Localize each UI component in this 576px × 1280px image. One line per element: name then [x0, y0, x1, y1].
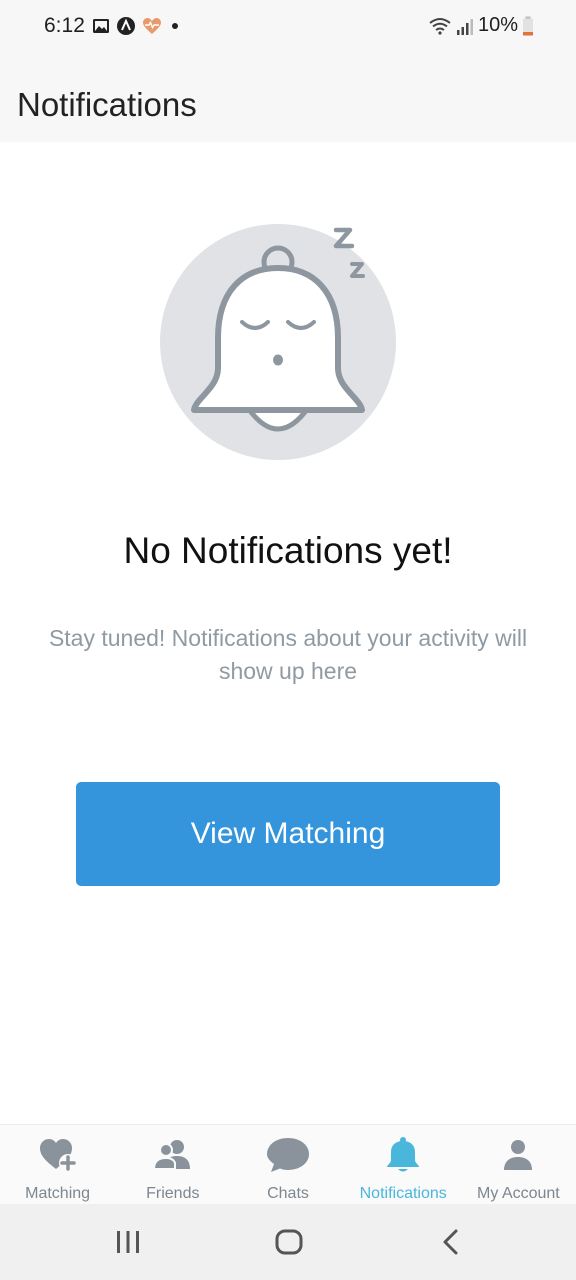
status-time: 6:12 [44, 14, 85, 37]
tab-matching[interactable]: Matching [0, 1125, 115, 1205]
view-matching-button[interactable]: View Matching [76, 782, 500, 886]
gallery-icon [93, 19, 109, 33]
wifi-icon [429, 17, 451, 35]
home-icon[interactable] [274, 1226, 304, 1258]
status-system-icons: 10% [428, 14, 534, 37]
recent-apps-icon[interactable] [114, 1226, 142, 1258]
tab-label: Chats [267, 1185, 309, 1202]
tab-label: Friends [146, 1185, 200, 1202]
page-title: Notifications [17, 86, 197, 123]
heart-plus-icon [38, 1135, 78, 1175]
status-bar: 6:12 10% [0, 0, 576, 56]
tab-label: Matching [25, 1185, 91, 1202]
sleeping-bell-icon [156, 218, 400, 473]
battery-percentage: 10% [477, 14, 518, 36]
status-notification-icons [92, 16, 182, 36]
tab-notifications[interactable]: Notifications [346, 1125, 461, 1205]
tab-label: Notifications [359, 1185, 447, 1202]
tab-my-account[interactable]: My Account [461, 1125, 576, 1205]
health-heart-icon [143, 18, 161, 34]
empty-state-title: No Notifications yet! [123, 530, 453, 571]
tab-chats[interactable]: Chats [230, 1125, 345, 1205]
tab-label: My Account [477, 1185, 560, 1202]
people-icon [152, 1135, 193, 1175]
bottom-tab-bar: Matching Friends Chats Notifications My … [0, 1124, 576, 1205]
tab-friends[interactable]: Friends [115, 1125, 230, 1205]
app-header: Notifications [0, 56, 576, 142]
dot-icon [172, 23, 178, 29]
person-icon [502, 1135, 534, 1175]
chat-bubble-icon [266, 1135, 310, 1175]
signal-icon [456, 18, 473, 35]
app-a-icon [117, 17, 135, 35]
system-navigation-bar [0, 1204, 576, 1280]
battery-icon [523, 16, 533, 35]
empty-state-subtitle: Stay tuned! Notifications about your act… [48, 625, 528, 684]
back-icon[interactable] [438, 1226, 464, 1258]
bell-icon [386, 1135, 420, 1175]
